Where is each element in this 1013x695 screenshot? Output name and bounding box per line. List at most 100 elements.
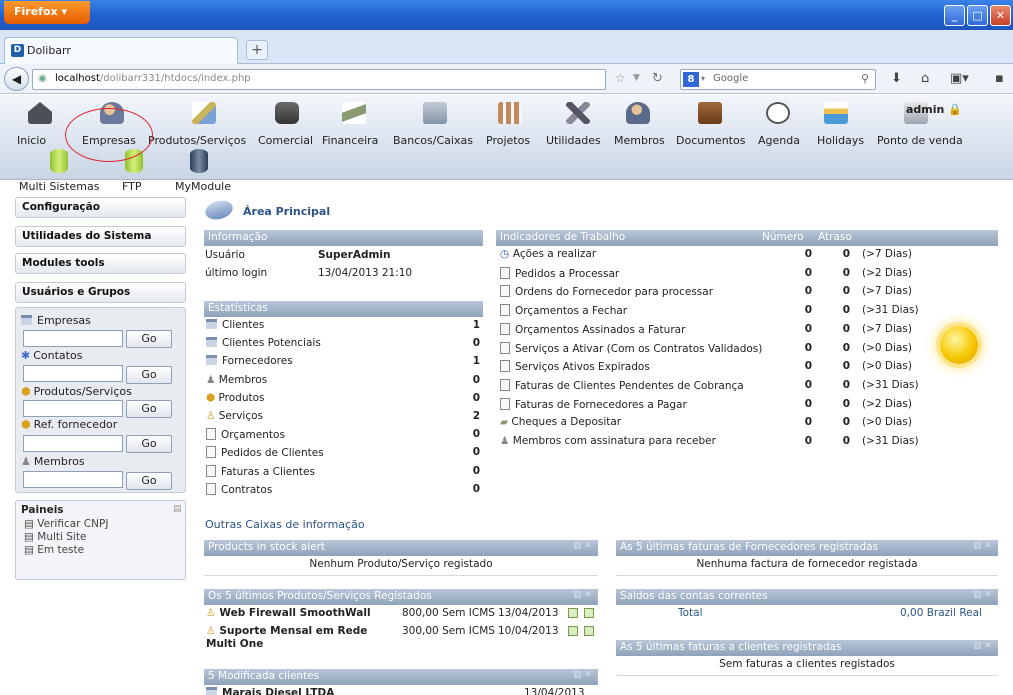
indicator-row[interactable]: Faturas de Clientes Pendentes de Cobranç… [500,378,744,397]
indicator-row[interactable]: Orçamentos a Fechar [500,304,627,322]
search-input-membros[interactable] [23,471,123,488]
product-row[interactable]: ♙ Web Firewall SmoothWall [206,607,371,625]
bank-icon [423,102,447,124]
product-date: 10/04/2013 [498,625,559,637]
box-close-icon[interactable]: ▥ ✕ [973,541,992,551]
balances-total-label: Total [678,607,703,619]
status-buy-icon [584,608,594,618]
left-menu-configuracao[interactable]: Configuração [15,197,186,218]
indicator-row[interactable]: ♟ Membros com assinatura para receber [500,435,716,453]
search-magnifier-icon[interactable]: ⚲ [861,72,869,85]
paineis-item[interactable]: ▤ Multi Site [24,531,86,543]
indicator-row[interactable]: Ordens do Fornecedor para processar [500,285,713,303]
indicator-row[interactable]: Faturas de Fornecedores a Pagar [500,397,687,416]
stats-row[interactable]: Clientes Potenciais [206,337,321,355]
stats-row[interactable]: Faturas a Clientes [206,464,315,483]
search-input-ref-fornecedor[interactable] [23,435,123,452]
box-close-icon[interactable]: ▥ ✕ [573,590,592,600]
close-window-button[interactable]: ✕ [990,5,1011,26]
new-tab-button[interactable]: + [246,40,268,60]
maximize-button[interactable]: □ [967,5,988,26]
stats-label: Pedidos de Clientes [221,447,324,460]
box-close-icon[interactable]: ▥ ✕ [973,590,992,600]
stats-row[interactable]: Pedidos de Clientes [206,446,324,464]
module-ftp[interactable]: FTP [122,180,142,193]
lock-icon: 🔒 [948,103,962,116]
indicator-row[interactable]: ◷ Ações a realizar [500,248,596,266]
search-engine-dropdown-icon[interactable]: ▾ [701,74,705,83]
go-button-membros[interactable]: Go [126,472,172,490]
search-input-produtos[interactable] [23,400,123,417]
module-mymodule[interactable]: MyModule [175,180,231,193]
stats-label: Orçamentos [221,429,285,442]
box-close-icon[interactable]: ▥ ✕ [573,541,592,551]
search-input-empresas[interactable] [23,330,123,347]
back-button[interactable]: ◀ [4,67,29,91]
go-button-ref-fornecedor[interactable]: Go [126,435,172,453]
box-close-icon[interactable]: ▥ ✕ [973,641,992,651]
box-close-icon[interactable]: ▥ ✕ [573,670,592,680]
bookmarks-menu-icon[interactable]: ▣▾ [950,71,969,86]
members-icon [626,102,650,124]
indicator-row[interactable]: Serviços a Ativar (Com os Contratos Vali… [500,341,762,360]
page-title: Área Principal [243,205,331,218]
document-icon [500,285,510,298]
browser-titlebar: Firefox ▾ _ □ ✕ [0,0,1013,30]
money-icon [342,102,366,124]
indicator-number: 0 [804,266,812,279]
stats-value: 0 [472,464,480,477]
left-menu-modules-tools[interactable]: Modules tools [15,253,186,274]
indicator-days: (>2 Dias) [862,397,912,410]
search-input-contatos[interactable] [23,365,123,382]
paineis-item[interactable]: ▤ Em teste [24,544,84,556]
stats-row[interactable]: Contratos [206,482,272,501]
download-icon[interactable]: ⬇ [891,71,902,86]
indicator-row[interactable]: ▰ Cheques a Depositar [500,416,621,434]
google-icon: 8 [683,72,699,87]
indicator-row[interactable]: Orçamentos Assinados a Faturar [500,322,685,341]
paineis-toggle-icon[interactable]: ▤ [173,504,182,514]
stats-row[interactable]: Fornecedores [206,355,293,373]
go-button-empresas[interactable]: Go [126,330,172,348]
menu-label-financeira: Financeira [322,134,379,147]
globe-icon: ◉ [38,73,47,84]
go-button-contatos[interactable]: Go [126,366,172,384]
home-browser-icon[interactable]: ⌂ [921,71,929,86]
user-box[interactable]: admin 🔒 [906,103,962,116]
indicator-label: Ordens do Fornecedor para processar [515,286,714,299]
product-row[interactable]: ♙ Suporte Mensal em Rede Multi One [206,625,391,650]
menu-label-holidays: Holidays [817,134,865,147]
paineis-item[interactable]: ▤ Verificar CNPJ [24,518,108,530]
info-user-label: Usuário [205,249,245,261]
stock-alert-header: Products in stock alert ▥ ✕ [204,540,598,556]
module-multi-sistemas[interactable]: Multi Sistemas [19,180,99,193]
browser-tab[interactable]: D Dolibarr [4,37,238,64]
projects-icon [498,102,522,124]
indicator-row[interactable]: Pedidos a Processar [500,266,619,285]
url-dropdown-icon[interactable]: ▼ [633,73,640,83]
navigation-bar: ◀ ◉ localhost/dolibarr331/htdocs/index.p… [0,64,1013,94]
weather-sun-icon [940,326,978,364]
minimize-button[interactable]: _ [944,5,965,26]
client-row[interactable]: Marais Diesel LTDA [206,687,334,695]
addon-icon[interactable]: ▪ [995,71,1004,86]
bookmark-star-icon[interactable]: ☆ [615,71,626,85]
stats-row[interactable]: Clientes [206,319,264,337]
stats-row[interactable]: Orçamentos [206,428,285,446]
reload-icon[interactable]: ↻ [652,71,663,86]
menu-label-documentos: Documentos [676,134,746,147]
left-menu-utilidades[interactable]: Utilidades do Sistema [15,226,186,247]
search-bar[interactable]: 8 ▾ Google ⚲ [680,69,876,90]
go-button-produtos[interactable]: Go [126,400,172,418]
indicator-delay: 0 [842,435,850,447]
stats-row[interactable]: ♟ Membros [206,374,267,392]
stats-row[interactable]: ♙ Serviços [206,410,263,428]
firefox-menu-button[interactable]: Firefox ▾ [4,1,90,24]
stats-row[interactable]: ⬢ Produtos [206,392,265,410]
url-bar[interactable]: ◉ localhost/dolibarr331/htdocs/index.php [32,69,606,90]
indicator-number: 0 [804,435,812,447]
menu-label-produtos: Produtos/Serviços [148,134,247,147]
indicator-row[interactable]: Serviços Ativos Expirados [500,360,650,378]
left-menu-usuarios[interactable]: Usuários e Grupos [15,282,186,303]
tab-strip: D Dolibarr + [0,30,1013,64]
